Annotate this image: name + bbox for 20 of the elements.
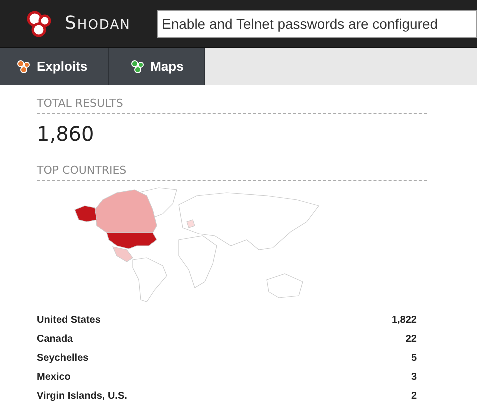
nav-tab[interactable]: Exploits xyxy=(0,48,109,85)
country-count: 22 xyxy=(406,334,417,345)
section-heading: TOP COUNTRIES xyxy=(37,164,427,181)
country-count: 3 xyxy=(411,372,417,383)
total-count: 1,860 xyxy=(37,122,96,146)
country-name: Mexico xyxy=(37,372,71,383)
country-count: 5 xyxy=(411,353,417,364)
logo-icon xyxy=(27,10,53,36)
nav-tab[interactable]: Maps xyxy=(108,48,205,85)
dots-icon xyxy=(17,60,31,74)
country-count: 2 xyxy=(411,391,417,402)
country-name: United States xyxy=(37,315,101,326)
search-field[interactable]: Enable and Telnet passwords are configured xyxy=(157,10,477,38)
country-name: Canada xyxy=(37,334,74,345)
country-name: Seychelles xyxy=(37,353,89,364)
dots-icon xyxy=(130,60,145,74)
country-count: 1,822 xyxy=(392,315,417,326)
country-name: Virgin Islands, U.S. xyxy=(37,391,128,402)
section-heading: TOTAL RESULTS xyxy=(37,97,427,114)
logo-text: Shodan xyxy=(65,13,132,34)
